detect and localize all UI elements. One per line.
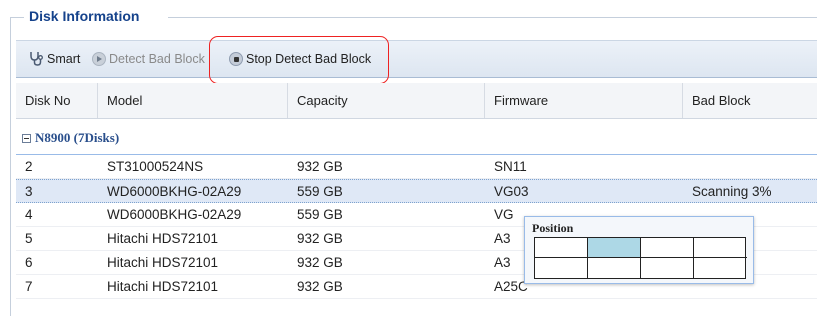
cell-capacity: 559 GB — [297, 207, 343, 222]
cell-disk-no: 4 — [25, 207, 33, 222]
position-popup: Position — [524, 216, 754, 284]
cell-disk-no: 7 — [25, 279, 33, 294]
cell-disk-no: 5 — [25, 231, 33, 246]
fieldset-border — [10, 17, 11, 316]
stethoscope-icon — [28, 50, 44, 69]
column-header-capacity[interactable]: Capacity — [288, 83, 485, 118]
detect-bad-block-label: Detect Bad Block — [109, 52, 205, 66]
table-row[interactable]: 2 ST31000524NS 932 GB SN11 — [16, 155, 817, 179]
position-cell — [535, 258, 588, 278]
cell-model: Hitachi HDS72101 — [107, 255, 219, 270]
cell-bad-block: Scanning 3% — [692, 184, 772, 199]
position-popup-title: Position — [532, 221, 574, 235]
cell-capacity: 932 GB — [297, 279, 343, 294]
cell-disk-no: 2 — [25, 159, 33, 174]
column-header-bad-block[interactable]: Bad Block — [683, 83, 817, 118]
column-header-disk-no[interactable]: Disk No — [16, 83, 98, 118]
group-row[interactable]: N8900 (7Disks) — [16, 121, 817, 155]
stop-circle-icon — [229, 52, 243, 66]
fieldset-border — [168, 17, 817, 18]
position-cell — [641, 238, 694, 258]
position-cell — [641, 258, 694, 278]
collapse-icon[interactable] — [22, 134, 31, 143]
cell-capacity: 559 GB — [297, 184, 343, 199]
section-title: Disk Information — [27, 6, 142, 26]
position-grid — [534, 237, 747, 279]
cell-capacity: 932 GB — [297, 231, 343, 246]
cell-model: WD6000BKHG-02A29 — [107, 184, 242, 199]
group-label: N8900 (7Disks) — [35, 130, 120, 145]
column-header-firmware[interactable]: Firmware — [485, 83, 683, 118]
fieldset-border — [10, 17, 24, 18]
cell-capacity: 932 GB — [297, 159, 343, 174]
column-header-model[interactable]: Model — [98, 83, 288, 118]
toolbar: Smart Detect Bad Block Stop Detect Bad B… — [16, 40, 817, 78]
cell-firmware: SN11 — [494, 159, 527, 174]
cell-firmware: VG03 — [494, 184, 529, 199]
cell-model: ST31000524NS — [107, 159, 204, 174]
position-cell — [694, 258, 747, 278]
cell-disk-no: 3 — [25, 184, 33, 199]
table-row[interactable]: 3 WD6000BKHG-02A29 559 GB VG03 Scanning 3% — [16, 179, 817, 203]
cell-model: Hitachi HDS72101 — [107, 279, 219, 294]
stop-detect-bad-block-label: Stop Detect Bad Block — [246, 52, 372, 66]
position-cell — [588, 238, 641, 258]
cell-capacity: 932 GB — [297, 255, 343, 270]
stop-detect-bad-block-button[interactable]: Stop Detect Bad Block — [229, 41, 371, 77]
cell-disk-no: 6 — [25, 255, 33, 270]
detect-bad-block-button[interactable]: Detect Bad Block — [92, 41, 205, 77]
smart-button[interactable]: Smart — [28, 41, 80, 77]
cell-model: Hitachi HDS72101 — [107, 231, 219, 246]
table-header: Disk No Model Capacity Firmware Bad Bloc… — [16, 83, 817, 119]
cell-bad-block — [683, 155, 817, 179]
position-cell — [535, 238, 588, 258]
position-cell — [694, 238, 747, 258]
cell-model: WD6000BKHG-02A29 — [107, 207, 242, 222]
smart-button-label: Smart — [47, 52, 81, 66]
play-circle-icon — [92, 52, 106, 66]
position-cell — [588, 258, 641, 278]
